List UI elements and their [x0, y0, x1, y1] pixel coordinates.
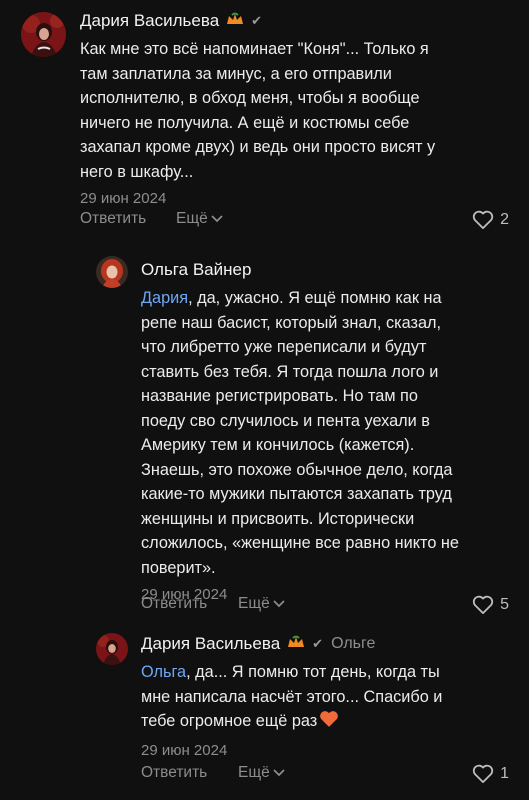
more-button[interactable]: Ещё: [176, 210, 223, 228]
comment-date: 29 июн 2024: [141, 741, 228, 759]
comment-text-body: , да, ужасно. Я ещё помню как на репе на…: [141, 289, 459, 577]
verified-check-icon: ✔: [251, 13, 263, 28]
chevron-down-icon: [273, 769, 285, 777]
chevron-down-icon: [211, 215, 223, 223]
comment-author[interactable]: Дария Васильева: [80, 11, 219, 31]
avatar[interactable]: [96, 633, 128, 665]
orange-heart-emoji-icon: [319, 710, 339, 736]
avatar[interactable]: [96, 256, 128, 288]
chevron-down-icon: [273, 600, 285, 608]
like-count: 5: [500, 595, 509, 613]
verified-check-icon: ✔: [312, 636, 324, 651]
heart-outline-icon: [472, 595, 494, 614]
comment-author[interactable]: Ольга Вайнер: [141, 260, 251, 280]
comment-author[interactable]: Дария Васильева: [141, 634, 280, 654]
like-button[interactable]: 1: [472, 764, 509, 783]
reply-button[interactable]: Ответить: [80, 210, 146, 228]
comment-text: Как мне это всё напоминает "Коня"... Тол…: [80, 40, 436, 181]
like-count: 1: [500, 764, 509, 782]
more-button[interactable]: Ещё: [238, 595, 285, 613]
mention-link[interactable]: Дария: [141, 289, 188, 307]
reply-button[interactable]: Ответить: [141, 764, 207, 782]
comment-text: Дария, да, ужасно. Я ещё помню как на ре…: [141, 286, 511, 580]
more-label: Ещё: [238, 595, 270, 612]
comment-text-body: , да... Я помню тот день, когда ты мне н…: [141, 663, 443, 730]
like-button[interactable]: 5: [472, 595, 509, 614]
mention-link[interactable]: Ольга: [141, 663, 186, 681]
comment-date: 29 июн 2024: [80, 190, 167, 207]
heart-outline-icon: [472, 210, 494, 229]
like-button[interactable]: 2: [472, 210, 509, 229]
reply-button[interactable]: Ответить: [141, 595, 207, 613]
heart-outline-icon: [472, 764, 494, 783]
reply-to-label[interactable]: Ольге: [331, 635, 375, 653]
like-count: 2: [500, 210, 509, 228]
orange-crown-badge-icon: [286, 635, 306, 654]
more-button[interactable]: Ещё: [238, 764, 285, 782]
more-label: Ещё: [176, 210, 208, 227]
orange-crown-badge-icon: [225, 12, 245, 31]
comment-text: Ольга, да... Я помню тот день, когда ты …: [141, 660, 511, 736]
avatar[interactable]: [21, 12, 66, 57]
more-label: Ещё: [238, 764, 270, 781]
